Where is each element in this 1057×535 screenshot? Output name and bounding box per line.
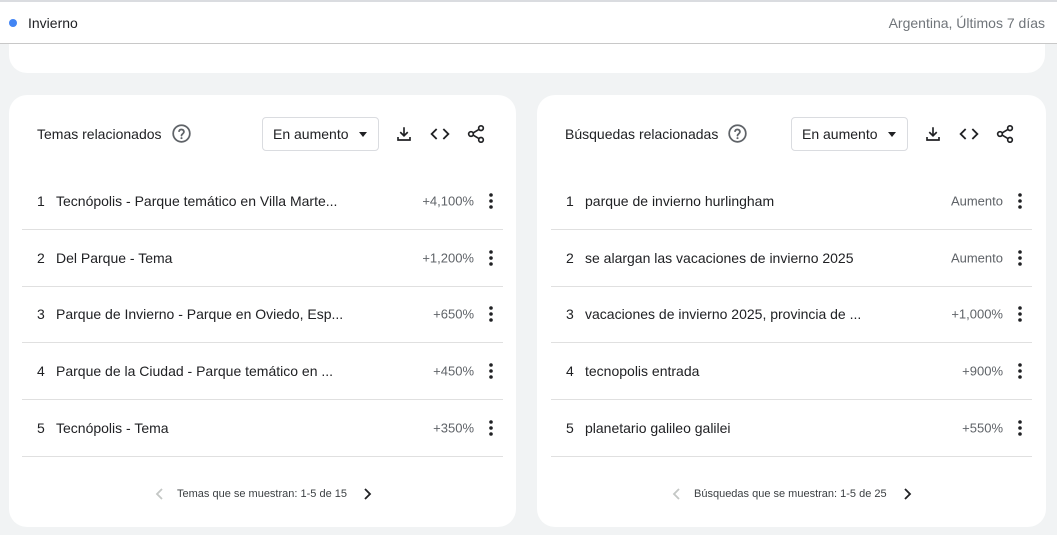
item-label[interactable]: Tecnópolis - Parque temático en Villa Ma…	[56, 193, 337, 209]
rank: 2	[566, 249, 574, 266]
item-value: +550%	[962, 420, 1003, 436]
card-title: Temas relacionados	[37, 126, 162, 142]
item-label[interactable]: se alargan las vacaciones de invierno 20…	[585, 250, 854, 266]
list-item[interactable]: 5 Tecnópolis - Tema +350%	[22, 400, 503, 457]
caret-down-icon	[359, 132, 367, 137]
list-item[interactable]: 5 planetario galileo galilei +550%	[551, 400, 1032, 457]
rank: 3	[566, 306, 574, 323]
term-color-dot	[9, 18, 17, 27]
rank: 5	[37, 419, 45, 436]
pagination: Temas que se muestran: 1-5 de 15	[152, 487, 375, 501]
item-value: +4,100%	[422, 193, 474, 209]
help-circle-icon[interactable]	[171, 123, 192, 144]
help-circle-icon[interactable]	[727, 123, 748, 144]
list-item[interactable]: 2 se alargan las vacaciones de invierno …	[551, 230, 1032, 287]
rank: 1	[37, 192, 45, 209]
item-value: +1,000%	[951, 306, 1003, 322]
more-vert-icon[interactable]	[1011, 249, 1029, 267]
share-icon[interactable]	[465, 123, 487, 145]
item-label[interactable]: planetario galileo galilei	[585, 420, 731, 436]
pagination: Búsquedas que se muestran: 1-5 de 25	[669, 487, 915, 501]
item-value: +1,200%	[422, 250, 474, 266]
share-icon[interactable]	[994, 123, 1016, 145]
item-label[interactable]: Parque de la Ciudad - Parque temático en…	[56, 363, 333, 379]
item-label[interactable]: Del Parque - Tema	[56, 250, 172, 266]
download-icon[interactable]	[393, 123, 415, 145]
card-header: Temas relacionados En aumento	[9, 117, 516, 151]
caret-down-icon	[888, 132, 896, 137]
rank: 5	[566, 419, 574, 436]
item-value: Aumento	[950, 250, 1003, 266]
more-vert-icon[interactable]	[1011, 192, 1029, 210]
item-label[interactable]: Parque de Invierno - Parque en Oviedo, E…	[56, 306, 343, 322]
select-value: En aumento	[802, 126, 878, 142]
rank: 1	[566, 192, 574, 209]
item-label[interactable]: tecnopolis entrada	[585, 363, 699, 379]
more-vert-icon[interactable]	[1011, 305, 1029, 323]
list-item[interactable]: 3 vacaciones de invierno 2025, provincia…	[551, 287, 1032, 344]
rank: 4	[566, 363, 574, 380]
item-value: +350%	[433, 420, 474, 436]
related-queries-list: 1 parque de invierno hurlingham Aumento …	[551, 173, 1032, 457]
chevron-right-icon[interactable]	[359, 486, 375, 502]
more-vert-icon[interactable]	[482, 249, 500, 267]
filters-summary: Argentina, Últimos 7 días	[888, 14, 1045, 31]
pagination-label: Temas que se muestran: 1-5 de 15	[177, 488, 347, 500]
item-label[interactable]: vacaciones de invierno 2025, provincia d…	[585, 306, 861, 322]
chevron-left-icon[interactable]	[152, 486, 168, 502]
rank: 2	[37, 249, 45, 266]
trend-filter-select[interactable]: En aumento	[262, 117, 379, 151]
more-vert-icon[interactable]	[482, 362, 500, 380]
list-item[interactable]: 2 Del Parque - Tema +1,200%	[22, 230, 503, 287]
item-value: Aumento	[950, 193, 1003, 209]
list-item[interactable]: 4 Parque de la Ciudad - Parque temático …	[22, 343, 503, 400]
rank: 3	[37, 306, 45, 323]
item-value: +450%	[433, 363, 474, 379]
list-item[interactable]: 1 parque de invierno hurlingham Aumento	[551, 173, 1032, 230]
related-topics-list: 1 Tecnópolis - Parque temático en Villa …	[22, 173, 503, 457]
list-item[interactable]: 1 Tecnópolis - Parque temático en Villa …	[22, 173, 503, 230]
more-vert-icon[interactable]	[482, 305, 500, 323]
search-term-label: Invierno	[28, 14, 78, 31]
download-icon[interactable]	[922, 123, 944, 145]
item-value: +900%	[962, 363, 1003, 379]
more-vert-icon[interactable]	[482, 192, 500, 210]
item-value: +650%	[433, 306, 474, 322]
code-icon[interactable]	[429, 123, 451, 145]
previous-card-bottom	[9, 44, 1045, 73]
card-title: Búsquedas relacionadas	[565, 126, 719, 142]
list-item[interactable]: 4 tecnopolis entrada +900%	[551, 343, 1032, 400]
more-vert-icon[interactable]	[482, 419, 500, 437]
card-header: Búsquedas relacionadas En aumento	[537, 117, 1046, 151]
chevron-right-icon[interactable]	[899, 486, 915, 502]
rank: 4	[37, 363, 45, 380]
search-term-bar: Invierno Argentina, Últimos 7 días	[0, 0, 1057, 44]
pagination-label: Búsquedas que se muestran: 1-5 de 25	[694, 488, 887, 500]
more-vert-icon[interactable]	[1011, 419, 1029, 437]
trend-filter-select[interactable]: En aumento	[791, 117, 908, 151]
chevron-left-icon[interactable]	[669, 486, 685, 502]
list-item[interactable]: 3 Parque de Invierno - Parque en Oviedo,…	[22, 287, 503, 344]
item-label[interactable]: Tecnópolis - Tema	[56, 420, 169, 436]
item-label[interactable]: parque de invierno hurlingham	[585, 193, 774, 209]
select-value: En aumento	[273, 126, 349, 142]
more-vert-icon[interactable]	[1011, 362, 1029, 380]
code-icon[interactable]	[958, 123, 980, 145]
